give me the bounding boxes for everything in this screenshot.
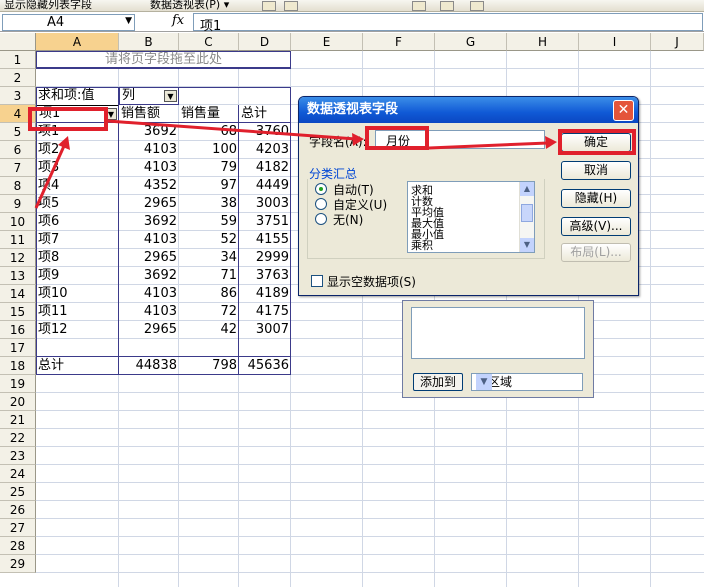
annotation-arrow xyxy=(34,145,66,209)
annotation-arrow xyxy=(107,119,357,141)
annotation-arrowhead xyxy=(352,133,364,146)
annotation-arrowhead xyxy=(545,136,557,149)
annotation-arrows xyxy=(34,119,557,209)
annotation-arrow xyxy=(428,141,549,150)
